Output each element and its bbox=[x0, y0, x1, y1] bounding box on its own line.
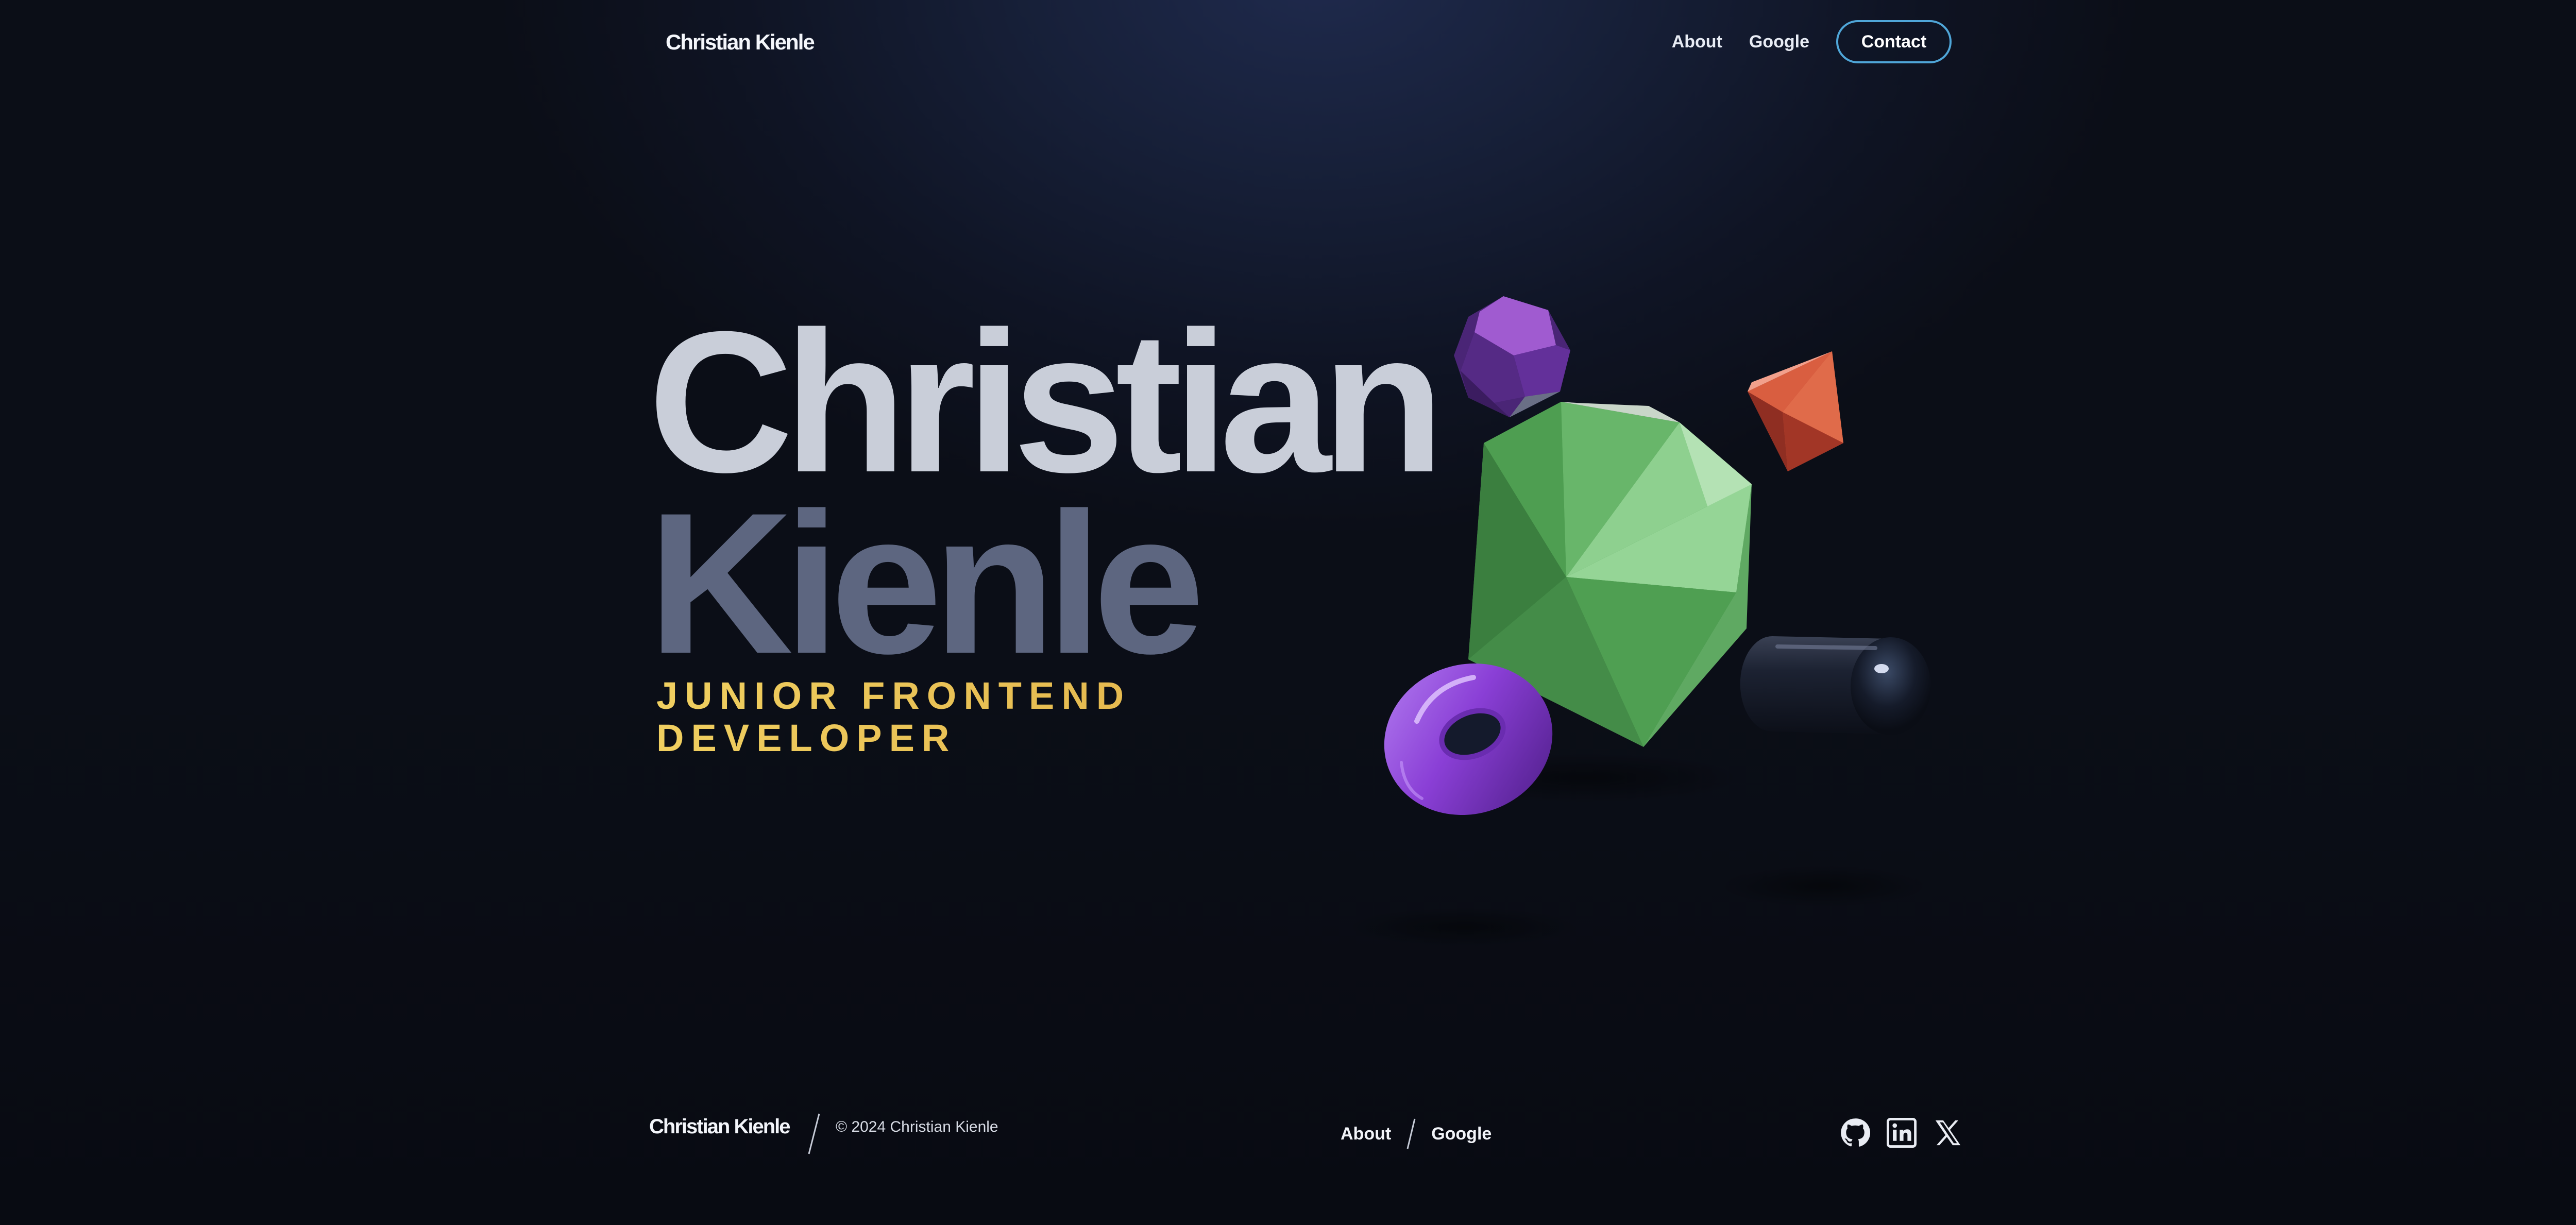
footer-nav-divider bbox=[1406, 1118, 1416, 1149]
site-footer: Christian Kienle © 2024 Christian Kienle… bbox=[0, 1097, 2576, 1159]
background-vignette bbox=[0, 0, 2576, 1225]
hero-role-line-1: JUNIOR FRONTEND bbox=[656, 674, 1131, 717]
footer-link-google[interactable]: Google bbox=[1431, 1124, 1492, 1144]
footer-copyright: © 2024 Christian Kienle bbox=[836, 1118, 998, 1135]
header-brand-logo[interactable]: Christian Kienle bbox=[666, 27, 815, 58]
hero-last-name: Kienle bbox=[648, 471, 1205, 695]
nav-link-about[interactable]: About bbox=[1672, 31, 1722, 52]
footer-brand-logo[interactable]: Christian Kienle bbox=[649, 1114, 791, 1139]
github-icon[interactable] bbox=[1840, 1118, 1870, 1148]
hero-role: JUNIOR FRONTEND DEVELOPER bbox=[656, 675, 1223, 759]
shadow-capsule bbox=[1721, 865, 1927, 907]
black-capsule bbox=[1740, 636, 1931, 735]
nav-link-google[interactable]: Google bbox=[1749, 31, 1809, 52]
footer-divider bbox=[808, 1113, 820, 1154]
site-header: Christian Kienle About Google Contact bbox=[0, 0, 2576, 86]
footer-socials bbox=[1840, 1118, 1963, 1148]
shadow-torus bbox=[1350, 908, 1577, 947]
linkedin-icon[interactable] bbox=[1887, 1118, 1917, 1148]
contact-button[interactable]: Contact bbox=[1836, 20, 1952, 63]
hero-role-line-2: DEVELOPER bbox=[656, 717, 957, 759]
header-nav: About Google Contact bbox=[1672, 20, 1952, 64]
x-icon[interactable] bbox=[1933, 1118, 1963, 1148]
footer-nav: About Google bbox=[1341, 1111, 1492, 1157]
hero-3d-shapes bbox=[1350, 296, 1931, 947]
purple-dodecahedron bbox=[1454, 296, 1570, 417]
footer-link-about[interactable]: About bbox=[1341, 1124, 1391, 1144]
orange-octahedron bbox=[1748, 351, 1843, 471]
